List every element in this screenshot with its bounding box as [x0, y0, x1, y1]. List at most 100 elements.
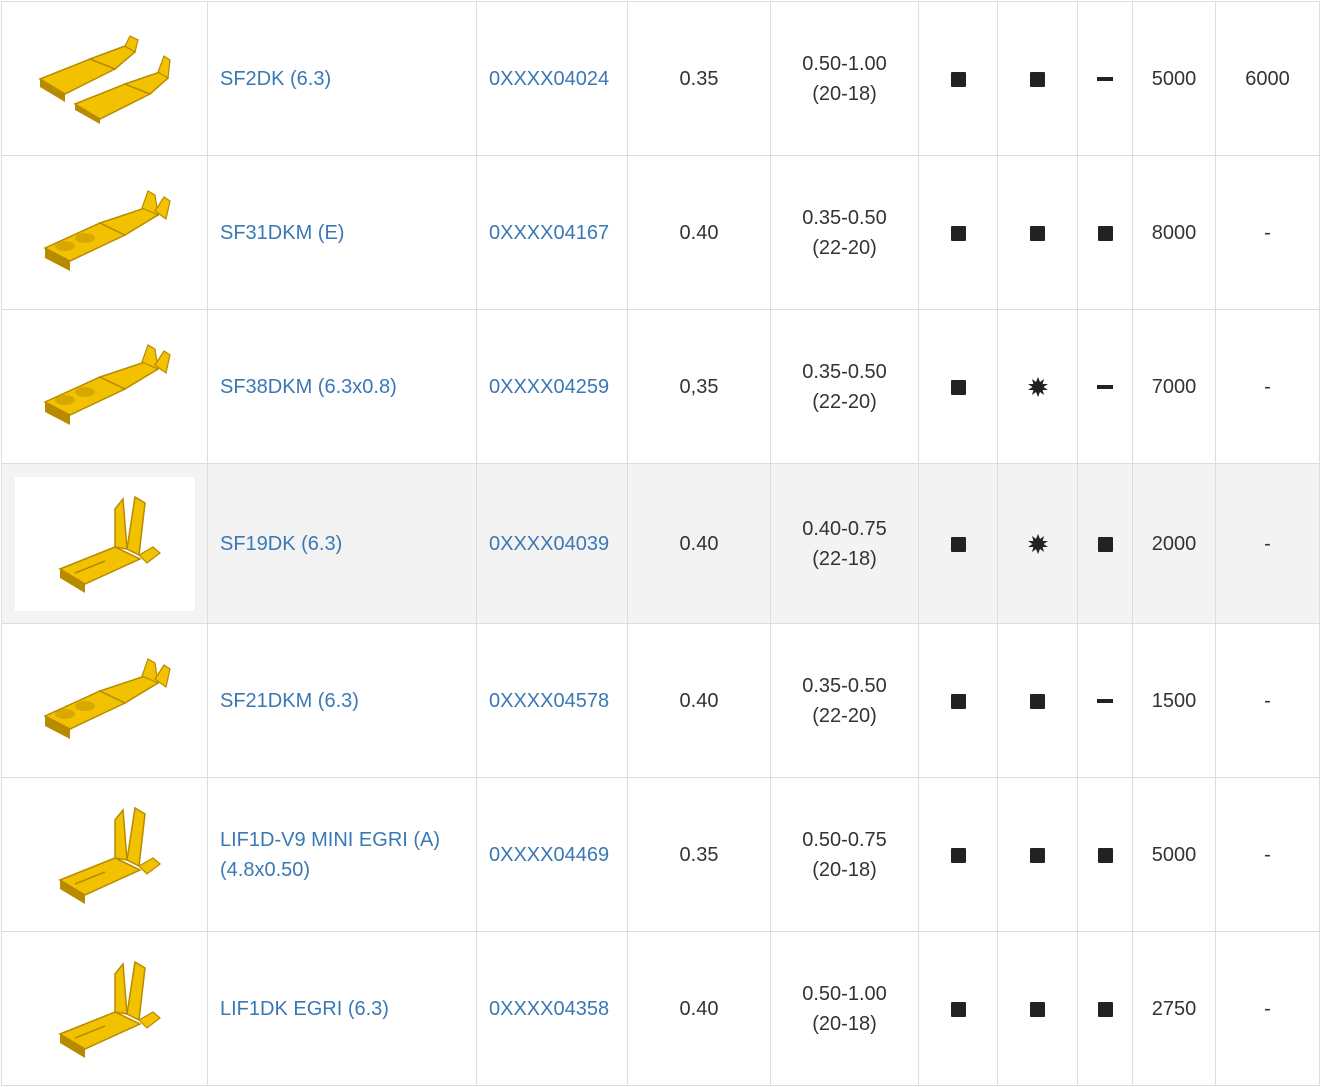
quantity-value-1: 7000: [1151, 375, 1197, 398]
product-name-link[interactable]: SF21DKM (6.3): [220, 690, 359, 712]
thickness-cell: 0.35: [627, 777, 771, 932]
thickness-value: 0.35: [679, 843, 719, 866]
filled-square-icon: [1097, 536, 1113, 552]
product-image[interactable]: [15, 166, 195, 300]
terminal-double-icon: [30, 34, 180, 124]
product-code-link[interactable]: 0XXXX04578: [489, 690, 609, 712]
product-name-cell: SF38DKM (6.3x0.8): [207, 309, 477, 464]
product-name-link[interactable]: LIF1D-V9 MINI EGRI (A) (4.8x0.50): [220, 829, 440, 881]
terminal-flag-icon: [35, 800, 175, 910]
product-image[interactable]: [15, 634, 195, 768]
product-code-link[interactable]: 0XXXX04167: [489, 222, 609, 244]
product-image[interactable]: [15, 788, 195, 922]
wire-range-mm: 0.40-0.75: [802, 517, 887, 540]
product-name-cell: SF19DK (6.3): [207, 463, 477, 624]
symbol-cell-2: [997, 463, 1078, 624]
table-row: SF19DK (6.3) 0XXXX04039 0.40 0.40-0.75 (…: [1, 463, 1320, 624]
symbol-cell-2: [997, 309, 1078, 464]
symbol-cell-3: [1077, 777, 1133, 932]
wire-range-mm: 0.50-1.00: [802, 52, 887, 75]
symbol-cell-3: [1077, 1, 1133, 156]
product-name-link[interactable]: SF19DK (6.3): [220, 533, 342, 555]
product-image[interactable]: [15, 942, 195, 1076]
star-burst-icon: [1027, 377, 1048, 398]
thickness-value: 0,35: [679, 375, 719, 398]
wire-range-cell: 0.35-0.50 (22-20): [770, 623, 919, 778]
quantity-value-1: 5000: [1151, 843, 1197, 866]
symbol-cell-2: [997, 931, 1078, 1086]
quantity-cell-2: -: [1215, 931, 1320, 1086]
filled-square-icon: [1097, 1001, 1113, 1017]
wire-range-mm: 0.35-0.50: [802, 360, 887, 383]
thickness-cell: 0.40: [627, 463, 771, 624]
quantity-value-1: 2750: [1151, 997, 1197, 1020]
quantity-value-2: -: [1264, 843, 1271, 866]
product-name-link[interactable]: SF31DKM (E): [220, 222, 344, 244]
quantity-value-2: -: [1264, 997, 1271, 1020]
symbol-cell-3: [1077, 931, 1133, 1086]
thickness-value: 0.40: [679, 997, 719, 1020]
product-name-cell: SF2DK (6.3): [207, 1, 477, 156]
wire-range-awg: (22-20): [812, 390, 877, 413]
wire-range-cell: 0.35-0.50 (22-20): [770, 155, 919, 310]
product-image-cell: [1, 931, 208, 1086]
table-row: SF21DKM (6.3) 0XXXX04578 0.40 0.35-0.50 …: [1, 623, 1320, 778]
quantity-cell-1: 2750: [1132, 931, 1216, 1086]
quantity-cell-2: 6000: [1215, 1, 1320, 156]
quantity-cell-1: 5000: [1132, 777, 1216, 932]
wire-range-awg: (22-18): [812, 547, 877, 570]
quantity-cell-1: 1500: [1132, 623, 1216, 778]
product-image[interactable]: [15, 320, 195, 454]
symbol-cell-3: [1077, 155, 1133, 310]
product-image-cell: [1, 155, 208, 310]
product-code-cell: 0XXXX04358: [476, 931, 628, 1086]
quantity-cell-1: 8000: [1132, 155, 1216, 310]
symbol-cell-1: [918, 463, 998, 624]
product-code-link[interactable]: 0XXXX04039: [489, 533, 609, 555]
terminal-flag-icon: [35, 954, 175, 1064]
thickness-cell: 0.40: [627, 931, 771, 1086]
wire-range-mm: 0.50-0.75: [802, 828, 887, 851]
wire-range-awg: (20-18): [812, 1012, 877, 1035]
symbol-cell-1: [918, 155, 998, 310]
dash-icon: [1097, 77, 1113, 82]
wire-range-cell: 0.50-1.00 (20-18): [770, 1, 919, 156]
product-code-cell: 0XXXX04039: [476, 463, 628, 624]
quantity-cell-1: 5000: [1132, 1, 1216, 156]
filled-square-icon: [1030, 225, 1045, 241]
product-image-cell: [1, 1, 208, 156]
wire-range-cell: 0.50-1.00 (20-18): [770, 931, 919, 1086]
thickness-value: 0.40: [679, 221, 719, 244]
quantity-cell-2: -: [1215, 777, 1320, 932]
quantity-cell-2: -: [1215, 623, 1320, 778]
product-code-link[interactable]: 0XXXX04024: [489, 68, 609, 90]
product-code-link[interactable]: 0XXXX04259: [489, 376, 609, 398]
symbol-cell-2: [997, 777, 1078, 932]
product-image[interactable]: [15, 12, 195, 146]
table-row: SF2DK (6.3) 0XXXX04024 0.35 0.50-1.00 (2…: [1, 1, 1320, 156]
symbol-cell-1: [918, 777, 998, 932]
product-code-link[interactable]: 0XXXX04469: [489, 844, 609, 866]
product-name-link[interactable]: SF2DK (6.3): [220, 68, 331, 90]
product-image-cell: [1, 309, 208, 464]
filled-square-icon: [950, 693, 966, 709]
symbol-cell-2: [997, 1, 1078, 156]
product-code-link[interactable]: 0XXXX04358: [489, 998, 609, 1020]
product-name-link[interactable]: SF38DKM (6.3x0.8): [220, 376, 397, 398]
product-code-cell: 0XXXX04024: [476, 1, 628, 156]
product-image[interactable]: [14, 476, 195, 611]
filled-square-icon: [950, 847, 966, 863]
symbol-cell-3: [1077, 309, 1133, 464]
quantity-value-2: -: [1264, 221, 1271, 244]
quantity-cell-2: -: [1215, 155, 1320, 310]
product-code-cell: 0XXXX04167: [476, 155, 628, 310]
quantity-value-1: 1500: [1151, 689, 1197, 712]
product-image-cell: [1, 623, 208, 778]
wire-range-cell: 0.40-0.75 (22-18): [770, 463, 919, 624]
wire-range-mm: 0.35-0.50: [802, 674, 887, 697]
product-image-cell: [1, 463, 208, 624]
wire-range-awg: (20-18): [812, 82, 877, 105]
product-name-link[interactable]: LIF1DK EGRI (6.3): [220, 998, 389, 1020]
product-name-cell: LIF1DK EGRI (6.3): [207, 931, 477, 1086]
product-code-cell: 0XXXX04469: [476, 777, 628, 932]
